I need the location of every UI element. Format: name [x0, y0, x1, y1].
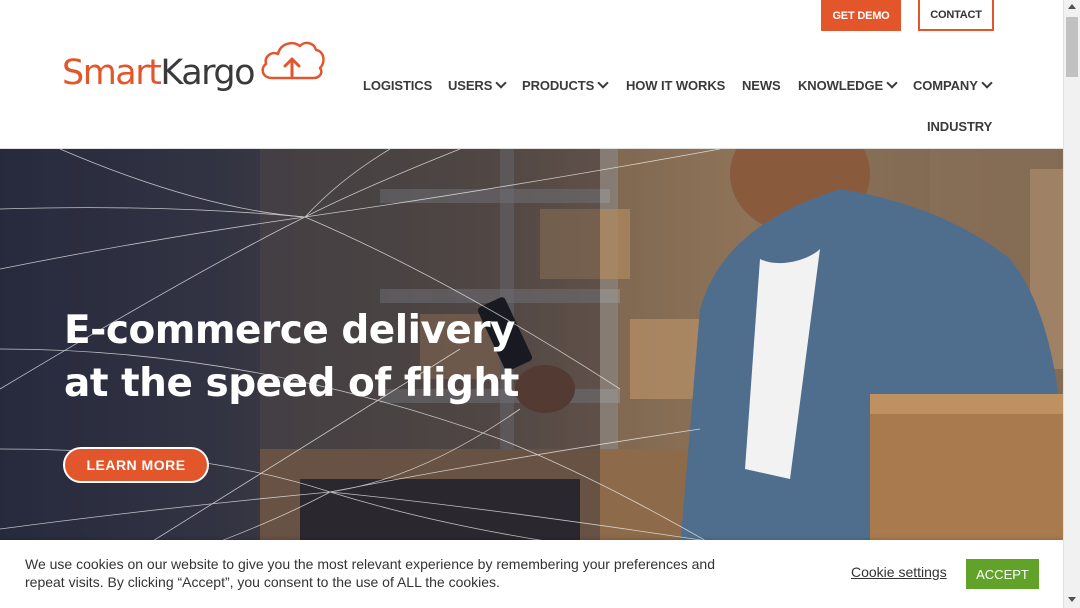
- nav-industry[interactable]: INDUSTRY: [927, 118, 992, 134]
- chevron-down-icon: [495, 76, 507, 89]
- hero-headline: E-commerce delivery at the speed of flig…: [64, 304, 584, 410]
- nav-knowledge[interactable]: KNOWLEDGE: [798, 76, 898, 93]
- smartkargo-logo[interactable]: Smart Kargo: [62, 38, 326, 91]
- chevron-down-icon: [981, 76, 993, 89]
- page-scrollbar[interactable]: [1063, 0, 1080, 608]
- accept-cookies-button[interactable]: ACCEPT: [966, 559, 1039, 589]
- cookie-consent-text: We use cookies on our website to give yo…: [25, 556, 715, 590]
- nav-label: KNOWLEDGE: [798, 77, 884, 93]
- nav-label: USERS: [448, 77, 493, 93]
- nav-company[interactable]: COMPANY: [913, 76, 993, 93]
- site-header: Smart Kargo GET DEMO CONTACT LOGISTICS U…: [0, 0, 1063, 149]
- hero-banner: E-commerce delivery at the speed of flig…: [0, 149, 1063, 549]
- nav-label: PRODUCTS: [522, 77, 595, 93]
- nav-label: NEWS: [742, 77, 781, 93]
- contact-button[interactable]: CONTACT: [918, 0, 994, 31]
- logo-text-smart: Smart: [62, 53, 162, 93]
- get-demo-button[interactable]: GET DEMO: [821, 0, 901, 31]
- scroll-down-arrow-icon[interactable]: [1068, 597, 1076, 602]
- learn-more-button[interactable]: LEARN MORE: [63, 447, 209, 483]
- chevron-down-icon: [886, 76, 898, 89]
- nav-products[interactable]: PRODUCTS: [522, 76, 609, 93]
- scrollbar-thumb[interactable]: [1066, 17, 1078, 77]
- hero-headline-line-2: at the speed of flight: [64, 361, 519, 406]
- cloud-upload-icon: [258, 38, 326, 87]
- nav-how-it-works[interactable]: HOW IT WORKS: [626, 77, 725, 93]
- nav-users[interactable]: USERS: [448, 76, 507, 93]
- cookie-consent-bar: We use cookies on our website to give yo…: [0, 540, 1063, 608]
- nav-logistics[interactable]: LOGISTICS: [363, 77, 432, 93]
- nav-news[interactable]: NEWS: [742, 77, 781, 93]
- nav-label: INDUSTRY: [927, 118, 993, 134]
- nav-label: COMPANY: [913, 77, 978, 93]
- hero-headline-line-1: E-commerce delivery: [64, 308, 515, 353]
- chevron-down-icon: [597, 76, 609, 89]
- cookie-settings-link[interactable]: Cookie settings: [851, 564, 947, 580]
- nav-label: LOGISTICS: [363, 77, 433, 93]
- logo-text-kargo: Kargo: [160, 53, 255, 93]
- scroll-up-arrow-icon[interactable]: [1068, 4, 1076, 9]
- nav-label: HOW IT WORKS: [626, 77, 726, 93]
